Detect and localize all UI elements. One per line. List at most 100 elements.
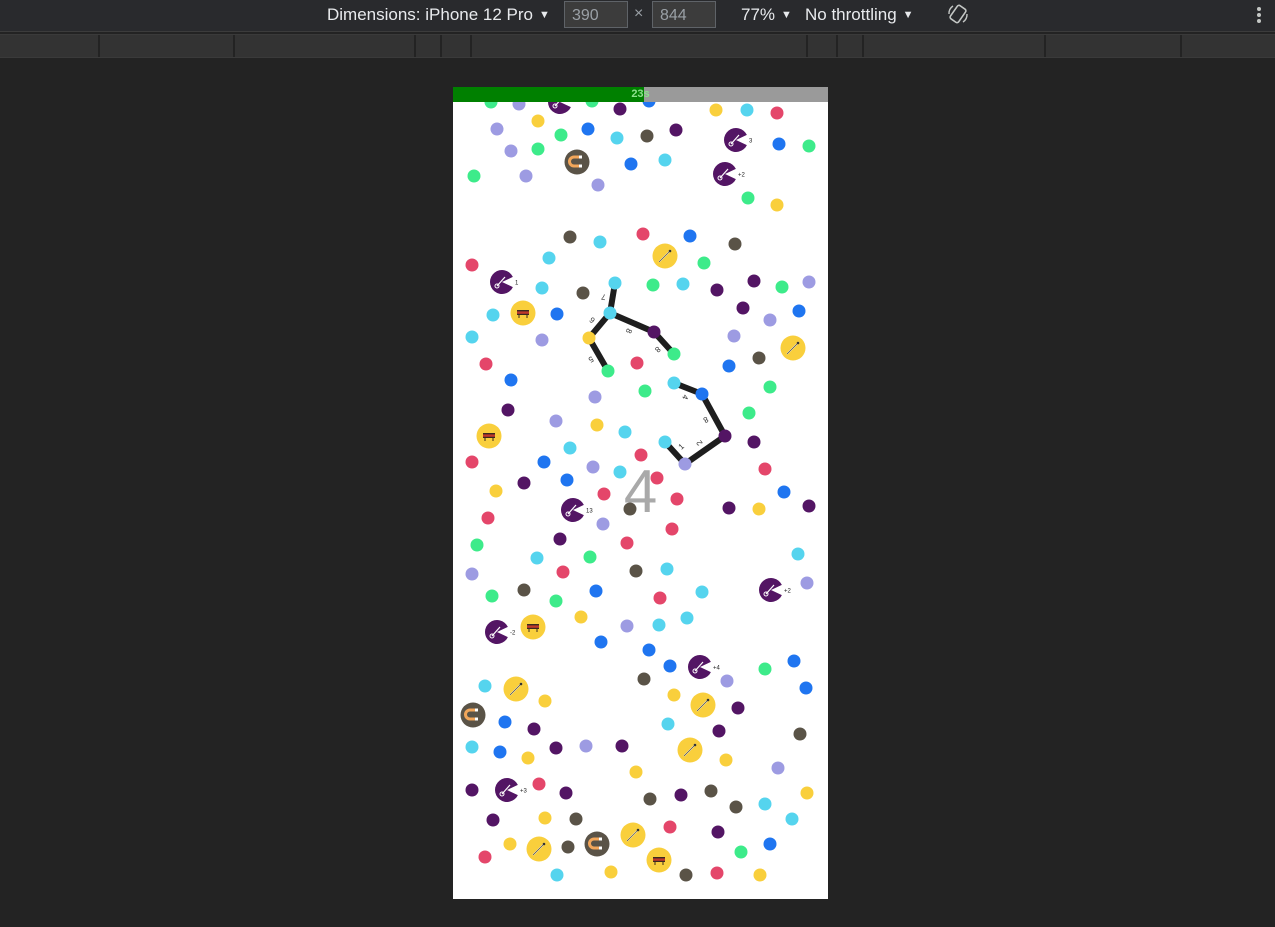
dot-lavender[interactable] bbox=[763, 313, 777, 327]
hook-icon[interactable] bbox=[690, 692, 716, 718]
hook-icon[interactable] bbox=[526, 836, 552, 862]
dot-lightblue[interactable] bbox=[660, 562, 674, 576]
dot-yellow[interactable] bbox=[531, 114, 545, 128]
hook-icon[interactable] bbox=[620, 822, 646, 848]
dot-gray[interactable] bbox=[637, 672, 651, 686]
dot-blue[interactable] bbox=[624, 157, 638, 171]
dot-lavender[interactable] bbox=[727, 329, 741, 343]
dot-purple[interactable] bbox=[549, 741, 563, 755]
chain-dot-lightblue[interactable] bbox=[608, 276, 622, 290]
dot-gray[interactable] bbox=[629, 564, 643, 578]
dot-purple[interactable] bbox=[613, 102, 627, 116]
dot-green[interactable] bbox=[734, 845, 748, 859]
dot-green[interactable] bbox=[741, 191, 755, 205]
dot-lightblue[interactable] bbox=[550, 868, 564, 882]
dot-lightblue[interactable] bbox=[785, 812, 799, 826]
dot-green[interactable] bbox=[485, 589, 499, 603]
dot-lightblue[interactable] bbox=[465, 740, 479, 754]
dot-purple[interactable] bbox=[486, 813, 500, 827]
height-input[interactable]: 844 bbox=[652, 1, 716, 28]
dot-lavender[interactable] bbox=[519, 169, 533, 183]
dot-purple[interactable] bbox=[669, 123, 683, 137]
dot-gray[interactable] bbox=[679, 868, 693, 882]
chain-dot-lightblue[interactable] bbox=[658, 435, 672, 449]
dot-blue[interactable] bbox=[589, 584, 603, 598]
hook-icon[interactable] bbox=[780, 335, 806, 361]
music-note-icon[interactable] bbox=[724, 128, 747, 152]
dot-red[interactable] bbox=[653, 591, 667, 605]
dot-lavender[interactable] bbox=[588, 390, 602, 404]
dot-purple[interactable] bbox=[517, 476, 531, 490]
dot-purple[interactable] bbox=[710, 283, 724, 297]
dot-blue[interactable] bbox=[642, 643, 656, 657]
dynamite-icon[interactable] bbox=[646, 847, 672, 873]
width-input[interactable]: 390 bbox=[564, 1, 628, 28]
dot-blue[interactable] bbox=[683, 229, 697, 243]
dot-red[interactable] bbox=[634, 448, 648, 462]
dot-purple[interactable] bbox=[747, 435, 761, 449]
dot-green[interactable] bbox=[583, 550, 597, 564]
chain-dot-purple[interactable] bbox=[718, 429, 732, 443]
dot-green[interactable] bbox=[531, 142, 545, 156]
game-board[interactable]: 7886548213+2113+2-2+4+3 bbox=[453, 87, 828, 899]
chain-dot-purple[interactable] bbox=[647, 325, 661, 339]
dot-lavender[interactable] bbox=[535, 333, 549, 347]
dot-lightblue[interactable] bbox=[563, 441, 577, 455]
dot-purple[interactable] bbox=[731, 701, 745, 715]
dot-lightblue[interactable] bbox=[478, 679, 492, 693]
dot-lightblue[interactable] bbox=[661, 717, 675, 731]
dot-gray[interactable] bbox=[576, 286, 590, 300]
hook-icon[interactable] bbox=[677, 737, 703, 763]
dot-lightblue[interactable] bbox=[486, 308, 500, 322]
dot-purple[interactable] bbox=[712, 724, 726, 738]
dot-lightblue[interactable] bbox=[542, 251, 556, 265]
dot-purple[interactable] bbox=[615, 739, 629, 753]
hook-icon[interactable] bbox=[503, 676, 529, 702]
dot-lightblue[interactable] bbox=[758, 797, 772, 811]
dot-blue[interactable] bbox=[493, 745, 507, 759]
dot-yellow[interactable] bbox=[574, 610, 588, 624]
dot-purple[interactable] bbox=[465, 783, 479, 797]
chain-dot-yellow[interactable] bbox=[582, 331, 596, 345]
dot-lightblue[interactable] bbox=[680, 611, 694, 625]
music-note-icon[interactable] bbox=[485, 620, 508, 644]
dot-purple[interactable] bbox=[553, 532, 567, 546]
chain-dot-lavender[interactable] bbox=[678, 457, 692, 471]
dot-purple[interactable] bbox=[747, 274, 761, 288]
music-note-icon[interactable] bbox=[713, 162, 736, 186]
dot-lightblue[interactable] bbox=[652, 618, 666, 632]
dot-purple[interactable] bbox=[736, 301, 750, 315]
dot-purple[interactable] bbox=[674, 788, 688, 802]
dot-purple[interactable] bbox=[501, 403, 515, 417]
chain-dot-lightblue[interactable] bbox=[667, 376, 681, 390]
dot-red[interactable] bbox=[770, 106, 784, 120]
dot-lavender[interactable] bbox=[586, 460, 600, 474]
dot-blue[interactable] bbox=[799, 681, 813, 695]
dot-lavender[interactable] bbox=[620, 619, 634, 633]
dot-yellow[interactable] bbox=[538, 694, 552, 708]
dot-blue[interactable] bbox=[787, 654, 801, 668]
dot-purple[interactable] bbox=[722, 501, 736, 515]
dot-red[interactable] bbox=[650, 471, 664, 485]
dot-red[interactable] bbox=[465, 455, 479, 469]
dot-blue[interactable] bbox=[763, 837, 777, 851]
throttling-selector[interactable]: No throttling ▼ bbox=[805, 4, 914, 28]
dot-lightblue[interactable] bbox=[658, 153, 672, 167]
dot-gray[interactable] bbox=[623, 502, 637, 516]
dot-yellow[interactable] bbox=[604, 865, 618, 879]
dot-blue[interactable] bbox=[722, 359, 736, 373]
dot-blue[interactable] bbox=[792, 304, 806, 318]
dot-lightblue[interactable] bbox=[618, 425, 632, 439]
more-vert-icon[interactable] bbox=[1255, 4, 1263, 26]
dot-lavender[interactable] bbox=[802, 275, 816, 289]
dot-purple[interactable] bbox=[711, 825, 725, 839]
dot-red[interactable] bbox=[636, 227, 650, 241]
chain-dot-green[interactable] bbox=[667, 347, 681, 361]
music-note-icon[interactable] bbox=[490, 270, 513, 294]
music-note-icon[interactable] bbox=[561, 497, 584, 522]
dot-green[interactable] bbox=[638, 384, 652, 398]
dot-yellow[interactable] bbox=[719, 753, 733, 767]
dot-green[interactable] bbox=[470, 538, 484, 552]
dot-yellow[interactable] bbox=[538, 811, 552, 825]
dynamite-icon[interactable] bbox=[510, 300, 536, 326]
